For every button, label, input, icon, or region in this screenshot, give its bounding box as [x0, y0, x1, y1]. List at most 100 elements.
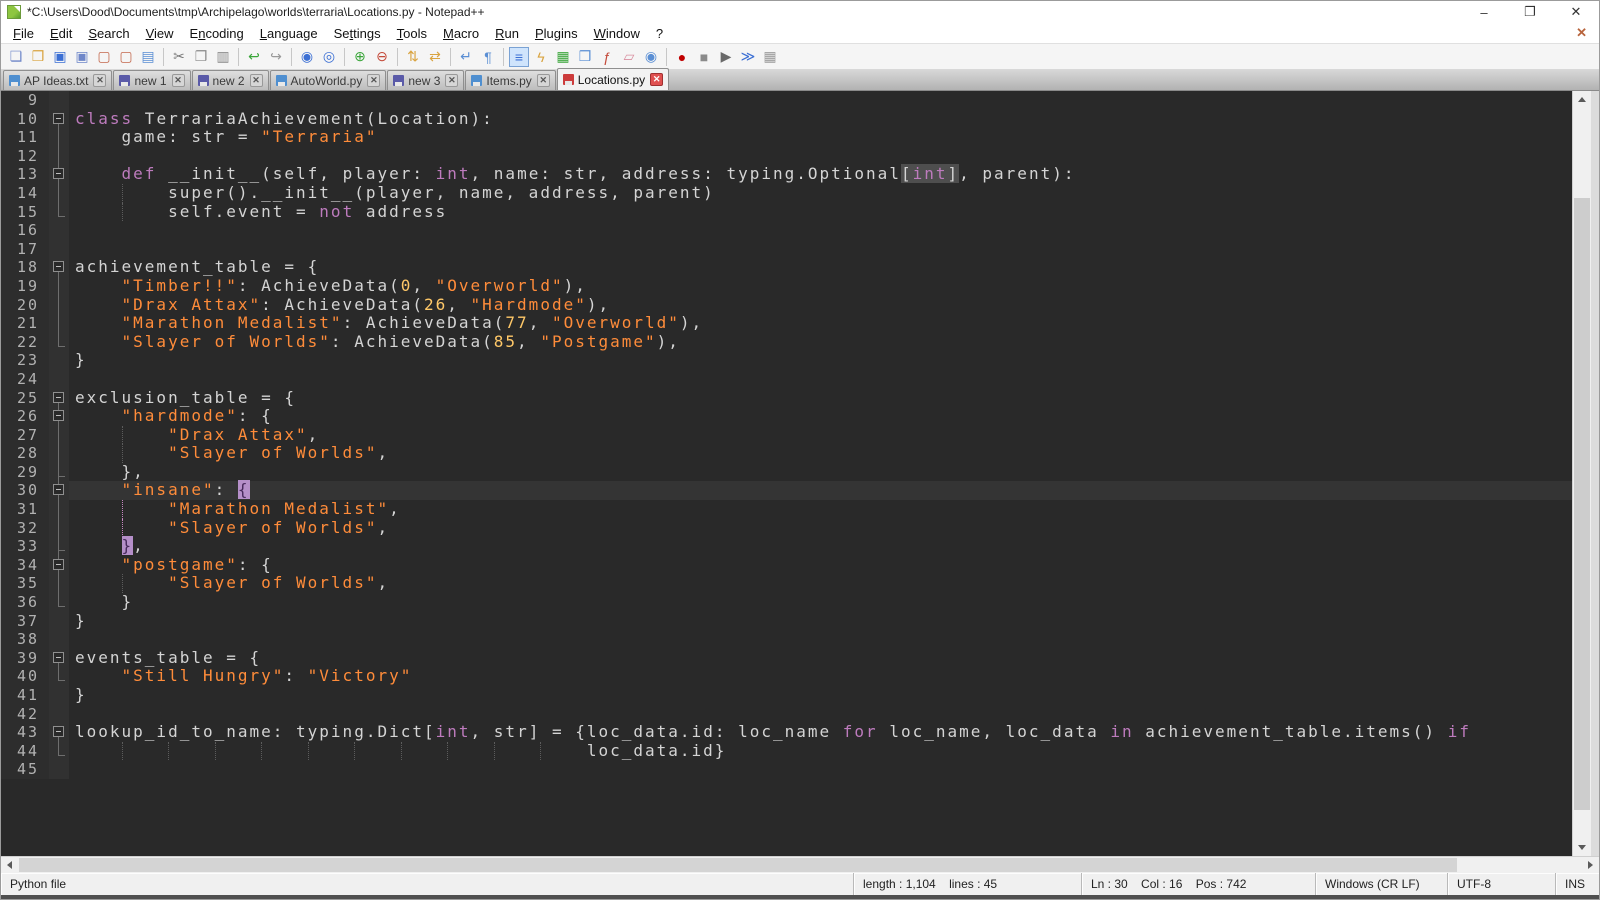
- code-line[interactable]: 16: [1, 221, 1572, 240]
- code-line[interactable]: 38: [1, 630, 1572, 649]
- scroll-left-arrow[interactable]: [1, 857, 18, 873]
- code-editor[interactable]: 910class TerrariaAchievement(Location):1…: [1, 91, 1572, 856]
- paste-icon[interactable]: ▥: [213, 47, 233, 67]
- code-line[interactable]: 21 "Marathon Medalist": AchieveData(77, …: [1, 314, 1572, 333]
- code-line[interactable]: 11 game: str = "Terraria": [1, 128, 1572, 147]
- scroll-right-arrow[interactable]: [1582, 857, 1599, 873]
- menu-item-run[interactable]: Run: [487, 24, 527, 43]
- code-line[interactable]: 41}: [1, 686, 1572, 705]
- code-line[interactable]: 26 "hardmode": {: [1, 407, 1572, 426]
- code-line[interactable]: 34 "postgame": {: [1, 556, 1572, 575]
- code-line[interactable]: 44 loc_data.id}: [1, 742, 1572, 761]
- code-line[interactable]: 24: [1, 370, 1572, 389]
- menubar-close-document-button[interactable]: ✕: [1572, 25, 1591, 41]
- redo-icon[interactable]: ↪: [266, 47, 286, 67]
- sync-vertical-icon[interactable]: ⇅: [403, 47, 423, 67]
- restore-button[interactable]: ❐: [1507, 1, 1553, 23]
- replace-icon[interactable]: ◎: [319, 47, 339, 67]
- menu-item-help[interactable]: ?: [648, 24, 671, 43]
- tab-new-1[interactable]: new 1✕: [113, 70, 190, 90]
- code-line[interactable]: 17: [1, 240, 1572, 259]
- code-line[interactable]: 13 def __init__(self, player: int, name:…: [1, 165, 1572, 184]
- macro-record-icon[interactable]: ●: [672, 47, 692, 67]
- tab-close-icon[interactable]: ✕: [250, 74, 263, 87]
- code-line[interactable]: 27 "Drax Attax",: [1, 426, 1572, 445]
- function-list-icon[interactable]: ƒ: [597, 47, 617, 67]
- code-line[interactable]: 32 "Slayer of Worlds",: [1, 519, 1572, 538]
- tab-new-2[interactable]: new 2✕: [192, 70, 269, 90]
- tab-close-icon[interactable]: ✕: [93, 74, 106, 87]
- tab-close-icon[interactable]: ✕: [537, 74, 550, 87]
- macro-stop-icon[interactable]: ■: [694, 47, 714, 67]
- zoom-out-icon[interactable]: ⊖: [372, 47, 392, 67]
- document-map-icon[interactable]: ▦: [553, 47, 573, 67]
- tab-close-icon[interactable]: ✕: [367, 74, 380, 87]
- code-line[interactable]: 35 "Slayer of Worlds",: [1, 574, 1572, 593]
- fold-margin-collapse-box[interactable]: [49, 481, 69, 500]
- menu-item-macro[interactable]: Macro: [435, 24, 487, 43]
- code-line[interactable]: 20 "Drax Attax": AchieveData(26, "Hardmo…: [1, 296, 1572, 315]
- fold-margin-collapse-box[interactable]: [49, 723, 69, 742]
- code-line[interactable]: 30 "insane": {: [1, 481, 1572, 500]
- code-line[interactable]: 33 },: [1, 537, 1572, 556]
- close-all-icon[interactable]: ▢: [116, 47, 136, 67]
- macro-play-icon[interactable]: ▶: [716, 47, 736, 67]
- word-wrap-icon[interactable]: ↵: [456, 47, 476, 67]
- menu-item-plugins[interactable]: Plugins: [527, 24, 586, 43]
- menu-item-search[interactable]: Search: [80, 24, 137, 43]
- code-line[interactable]: 40 "Still Hungry": "Victory": [1, 667, 1572, 686]
- minimize-button[interactable]: –: [1461, 1, 1507, 23]
- code-line[interactable]: 42: [1, 705, 1572, 724]
- code-line[interactable]: 9: [1, 91, 1572, 110]
- code-line[interactable]: 19 "Timber!!": AchieveData(0, "Overworld…: [1, 277, 1572, 296]
- fold-margin-collapse-box[interactable]: [49, 258, 69, 277]
- code-line[interactable]: 12: [1, 147, 1572, 166]
- code-line[interactable]: 36 }: [1, 593, 1572, 612]
- menu-item-tools[interactable]: Tools: [389, 24, 435, 43]
- tab-ap-ideas-txt[interactable]: AP Ideas.txt✕: [3, 70, 112, 90]
- indent-guide-icon[interactable]: ≡: [509, 47, 529, 67]
- code-line[interactable]: 10class TerrariaAchievement(Location):: [1, 110, 1572, 129]
- menu-item-window[interactable]: Window: [586, 24, 648, 43]
- code-line[interactable]: 25exclusion_table = {: [1, 389, 1572, 408]
- new-file-icon[interactable]: ❏: [6, 47, 26, 67]
- cut-icon[interactable]: ✂: [169, 47, 189, 67]
- code-line[interactable]: 22 "Slayer of Worlds": AchieveData(85, "…: [1, 333, 1572, 352]
- save-icon[interactable]: ▣: [50, 47, 70, 67]
- tab-close-icon[interactable]: ✕: [445, 74, 458, 87]
- zoom-in-icon[interactable]: ⊕: [350, 47, 370, 67]
- fold-margin-collapse-box[interactable]: [49, 165, 69, 184]
- undo-icon[interactable]: ↩: [244, 47, 264, 67]
- tab-close-icon[interactable]: ✕: [650, 73, 663, 86]
- tab-items-py[interactable]: Items.py✕: [465, 70, 555, 90]
- save-all-icon[interactable]: ▣: [72, 47, 92, 67]
- document-list-icon[interactable]: ❒: [575, 47, 595, 67]
- vertical-scrollbar-thumb[interactable]: [1574, 198, 1590, 810]
- code-line[interactable]: 45: [1, 760, 1572, 779]
- code-line[interactable]: 23}: [1, 351, 1572, 370]
- code-line[interactable]: 31 "Marathon Medalist",: [1, 500, 1572, 519]
- code-line[interactable]: 28 "Slayer of Worlds",: [1, 444, 1572, 463]
- code-line[interactable]: 18achievement_table = {: [1, 258, 1572, 277]
- macro-save-icon[interactable]: ▦: [760, 47, 780, 67]
- code-line[interactable]: 14 super().__init__(player, name, addres…: [1, 184, 1572, 203]
- scroll-down-arrow[interactable]: [1573, 839, 1591, 856]
- copy-icon[interactable]: ❐: [191, 47, 211, 67]
- menu-item-encoding[interactable]: Encoding: [182, 24, 252, 43]
- menu-item-view[interactable]: View: [138, 24, 182, 43]
- fold-margin-collapse-box[interactable]: [49, 407, 69, 426]
- fold-margin-collapse-box[interactable]: [49, 110, 69, 129]
- menu-item-file[interactable]: File: [5, 24, 42, 43]
- tab-locations-py[interactable]: Locations.py✕: [557, 68, 669, 90]
- menu-item-language[interactable]: Language: [252, 24, 326, 43]
- tab-new-3[interactable]: new 3✕: [387, 70, 464, 90]
- code-line[interactable]: 39events_table = {: [1, 649, 1572, 668]
- show-all-characters-icon[interactable]: ¶: [478, 47, 498, 67]
- open-file-icon[interactable]: ❒: [28, 47, 48, 67]
- fold-margin-collapse-box[interactable]: [49, 389, 69, 408]
- close-button[interactable]: ✕: [1553, 1, 1599, 23]
- menu-item-edit[interactable]: Edit: [42, 24, 80, 43]
- tab-close-icon[interactable]: ✕: [172, 74, 185, 87]
- sync-horizontal-icon[interactable]: ⇄: [425, 47, 445, 67]
- code-line[interactable]: 43lookup_id_to_name: typing.Dict[int, st…: [1, 723, 1572, 742]
